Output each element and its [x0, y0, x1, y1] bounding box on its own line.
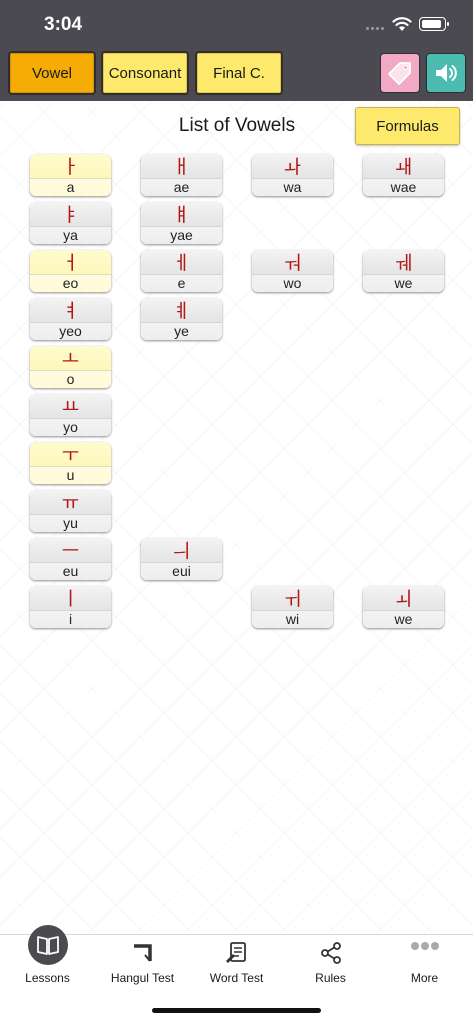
vowel-glyph: ㅢ — [172, 540, 191, 562]
vowel-glyph: ㅛ — [61, 396, 80, 418]
vowel-card-eo[interactable]: ㅓ eo — [30, 250, 111, 292]
vowel-glyph: ㅗ — [61, 348, 80, 370]
vowel-card-u[interactable]: ㅜ u — [30, 442, 111, 484]
tab-hangul-test-label: Hangul Test — [110, 971, 175, 985]
vowel-romanization: we — [363, 610, 444, 628]
vowel-glyph: ㅟ — [283, 588, 302, 610]
tab-vowel-label: Vowel — [31, 64, 73, 82]
vowel-romanization: yeo — [30, 322, 111, 340]
cellular-signal-icon — [366, 27, 386, 31]
vowel-romanization: wi — [252, 610, 333, 628]
hangul-test-icon — [133, 944, 152, 962]
vowel-romanization: wo — [252, 274, 333, 292]
home-indicator — [152, 1008, 321, 1013]
vowel-card-oe[interactable]: ㅚ we — [363, 586, 444, 628]
vowel-glyph: ㅐ — [172, 156, 191, 178]
vowel-card-wa[interactable]: ㅘ wa — [252, 154, 333, 196]
vowel-romanization: ya — [30, 226, 111, 244]
tag-icon — [388, 62, 411, 85]
tab-word-test[interactable]: Word Test — [189, 935, 284, 995]
vowel-glyph: ㅙ — [394, 156, 413, 178]
tab-rules-label: Rules — [315, 971, 346, 985]
vowel-romanization: eo — [30, 274, 111, 292]
vowel-glyph: ㅕ — [61, 300, 80, 322]
vowel-card-wae[interactable]: ㅙ wae — [363, 154, 444, 196]
vowel-romanization: ae — [141, 178, 222, 196]
vowel-romanization: i — [30, 610, 111, 628]
vowel-glyph: ㅏ — [61, 156, 80, 178]
book-icon — [37, 936, 59, 955]
vowel-card-wi[interactable]: ㅟ wi — [252, 586, 333, 628]
vowel-card-o[interactable]: ㅗ o — [30, 346, 111, 388]
vowel-card-we[interactable]: ㅞ we — [363, 250, 444, 292]
vowel-card-a[interactable]: ㅏ a — [30, 154, 111, 196]
tab-rules[interactable]: Rules — [283, 935, 378, 995]
status-bar: 3:04 — [0, 0, 473, 50]
tab-final-consonant[interactable]: Final C. — [195, 51, 283, 95]
vowel-romanization: e — [141, 274, 222, 292]
vowel-glyph: ㅔ — [172, 252, 191, 274]
more-icon — [410, 942, 439, 950]
vowel-glyph: ㅖ — [172, 300, 191, 322]
vowel-glyph: ㅡ — [61, 540, 80, 562]
vowel-grid: ㅏ a ㅐ ae ㅘ wa ㅙ wae ㅑ ya ㅒ yae ㅓ eo ㅔ e … — [0, 101, 473, 641]
vowel-card-yo[interactable]: ㅛ yo — [30, 394, 111, 436]
vowel-romanization: o — [30, 370, 111, 388]
tab-more[interactable]: More — [377, 935, 472, 995]
wifi-icon — [392, 17, 412, 31]
tab-lessons[interactable]: Lessons — [0, 925, 95, 995]
vowel-card-yae[interactable]: ㅒ yae — [141, 202, 222, 244]
vowel-card-yu[interactable]: ㅠ yu — [30, 490, 111, 532]
vowel-card-wo[interactable]: ㅝ wo — [252, 250, 333, 292]
tab-final-consonant-label: Final C. — [213, 64, 265, 82]
vowel-romanization: wa — [252, 178, 333, 196]
vowel-card-ae[interactable]: ㅐ ae — [141, 154, 222, 196]
vowel-list-content: List of Vowels Formulas ㅏ a ㅐ ae ㅘ wa ㅙ … — [0, 101, 473, 934]
tag-button[interactable] — [380, 53, 420, 93]
vowel-romanization: eu — [30, 562, 111, 580]
tab-hangul-test[interactable]: Hangul Test — [95, 935, 190, 995]
vowel-card-i[interactable]: ㅣ i — [30, 586, 111, 628]
status-time: 3:04 — [44, 14, 83, 35]
vowel-romanization: we — [363, 274, 444, 292]
vowel-glyph: ㅘ — [283, 156, 302, 178]
vowel-card-yeo[interactable]: ㅕ yeo — [30, 298, 111, 340]
vowel-glyph: ㅓ — [61, 252, 80, 274]
vowel-romanization: yo — [30, 418, 111, 436]
top-header: 3:04 Vowel Consonant Final C. — [0, 0, 473, 101]
share-icon — [320, 942, 341, 964]
vowel-romanization: eui — [141, 562, 222, 580]
vowel-card-eui[interactable]: ㅢ eui — [141, 538, 222, 580]
tab-consonant[interactable]: Consonant — [101, 51, 189, 95]
vowel-romanization: a — [30, 178, 111, 196]
vowel-card-eu[interactable]: ㅡ eu — [30, 538, 111, 580]
vowel-romanization: ye — [141, 322, 222, 340]
vowel-romanization: wae — [363, 178, 444, 196]
lessons-tab-highlight — [28, 925, 68, 965]
vowel-card-ye[interactable]: ㅖ ye — [141, 298, 222, 340]
vowel-card-e[interactable]: ㅔ e — [141, 250, 222, 292]
tab-vowel[interactable]: Vowel — [8, 51, 96, 95]
sound-button[interactable] — [426, 53, 466, 93]
word-test-icon — [225, 942, 246, 963]
vowel-glyph: ㅚ — [394, 588, 413, 610]
speaker-icon — [436, 64, 457, 82]
vowel-glyph: ㅜ — [61, 444, 80, 466]
tab-lessons-label: Lessons — [25, 971, 70, 985]
tab-consonant-label: Consonant — [108, 64, 182, 82]
vowel-card-ya[interactable]: ㅑ ya — [30, 202, 111, 244]
vowel-romanization: yae — [141, 226, 222, 244]
vowel-glyph: ㅒ — [172, 204, 191, 226]
vowel-glyph: ㅑ — [61, 204, 80, 226]
battery-icon — [419, 17, 449, 31]
tab-more-label: More — [410, 971, 439, 985]
vowel-glyph: ㅝ — [283, 252, 302, 274]
vowel-romanization: yu — [30, 514, 111, 532]
vowel-glyph: ㅣ — [61, 588, 80, 610]
vowel-romanization: u — [30, 466, 111, 484]
tab-word-test-label: Word Test — [209, 971, 264, 985]
vowel-glyph: ㅞ — [394, 252, 413, 274]
vowel-glyph: ㅠ — [61, 492, 80, 514]
